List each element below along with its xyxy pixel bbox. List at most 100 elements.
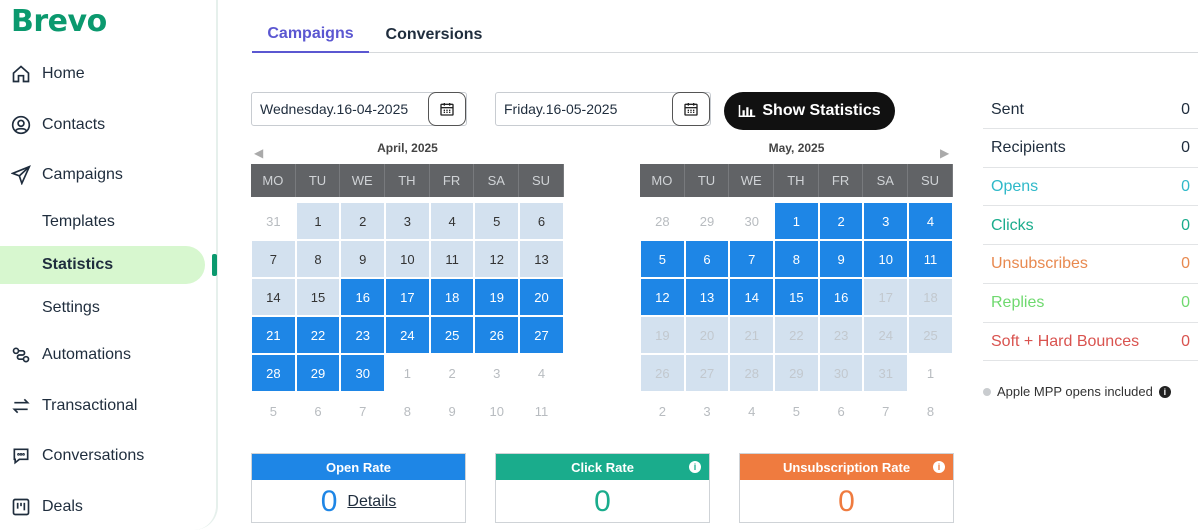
calendar-day[interactable]: 29 <box>774 354 819 392</box>
calendar-day[interactable]: 17 <box>385 278 430 316</box>
calendar-day[interactable]: 3 <box>863 202 909 240</box>
date-to-input[interactable] <box>496 101 666 117</box>
calendar-day[interactable]: 1 <box>774 202 819 240</box>
calendar-day[interactable]: 8 <box>774 240 819 278</box>
calendar-day[interactable]: 29 <box>684 202 730 240</box>
calendar-day[interactable]: 4 <box>519 354 564 392</box>
calendar-day[interactable]: 2 <box>340 202 386 240</box>
calendar-day[interactable]: 6 <box>519 202 564 240</box>
calendar-day[interactable]: 14 <box>251 278 296 316</box>
calendar-day[interactable]: 4 <box>429 202 475 240</box>
calendar-day[interactable]: 5 <box>251 392 296 430</box>
calendar-day[interactable]: 12 <box>474 240 520 278</box>
info-icon[interactable]: i <box>1158 385 1171 398</box>
calendar-day[interactable]: 4 <box>729 392 775 430</box>
calendar-day[interactable]: 24 <box>385 316 430 354</box>
calendar-day[interactable]: 18 <box>429 278 475 316</box>
calendar-day[interactable]: 19 <box>640 316 685 354</box>
calendar-day[interactable]: 8 <box>908 392 953 430</box>
calendar-day[interactable]: 13 <box>684 278 730 316</box>
calendar-day[interactable]: 22 <box>774 316 819 354</box>
calendar-day[interactable]: 5 <box>774 392 819 430</box>
calendar-day[interactable]: 26 <box>474 316 520 354</box>
calendar-day[interactable]: 11 <box>429 240 475 278</box>
calendar-day[interactable]: 3 <box>385 202 430 240</box>
calendar-day[interactable]: 5 <box>474 202 520 240</box>
calendar-day[interactable]: 23 <box>340 316 386 354</box>
tab-conversions[interactable]: Conversions <box>369 16 499 53</box>
calendar-day[interactable]: 1 <box>385 354 430 392</box>
calendar-day[interactable]: 3 <box>474 354 520 392</box>
calendar-day[interactable]: 15 <box>774 278 819 316</box>
sidebar-item-deals[interactable]: Deals <box>0 488 205 526</box>
calendar-day[interactable]: 3 <box>684 392 730 430</box>
calendar-day[interactable]: 9 <box>429 392 475 430</box>
calendar-day[interactable]: 30 <box>729 202 775 240</box>
calendar-day[interactable]: 1 <box>908 354 953 392</box>
calendar-day[interactable]: 2 <box>640 392 685 430</box>
calendar-day[interactable]: 8 <box>385 392 430 430</box>
calendar-day[interactable]: 10 <box>385 240 430 278</box>
calendar-day[interactable]: 7 <box>251 240 296 278</box>
show-statistics-button[interactable]: Show Statistics <box>724 92 895 130</box>
calendar-day[interactable]: 6 <box>684 240 730 278</box>
tab-campaigns[interactable]: Campaigns <box>252 16 369 53</box>
sidebar-item-conversations[interactable]: Conversations <box>0 437 205 475</box>
calendar-day[interactable]: 11 <box>519 392 564 430</box>
calendar-day[interactable]: 9 <box>818 240 864 278</box>
calendar-day[interactable]: 31 <box>863 354 909 392</box>
calendar-day[interactable]: 8 <box>295 240 341 278</box>
calendar-day[interactable]: 26 <box>640 354 685 392</box>
calendar-day[interactable]: 30 <box>818 354 864 392</box>
calendar-day[interactable]: 2 <box>429 354 475 392</box>
calendar-day[interactable]: 27 <box>684 354 730 392</box>
calendar-day[interactable]: 27 <box>519 316 564 354</box>
calendar-day[interactable]: 24 <box>863 316 909 354</box>
calendar-day[interactable]: 10 <box>863 240 909 278</box>
calendar-day[interactable]: 1 <box>295 202 341 240</box>
date-to-calendar-button[interactable] <box>672 92 710 126</box>
info-icon[interactable]: i <box>933 461 945 473</box>
calendar-day[interactable]: 22 <box>295 316 341 354</box>
calendar-day[interactable]: 20 <box>519 278 564 316</box>
sidebar-item-statistics[interactable]: Statistics <box>0 246 205 284</box>
calendar-day[interactable]: 25 <box>908 316 953 354</box>
calendar-day[interactable]: 21 <box>251 316 296 354</box>
calendar-day[interactable]: 16 <box>340 278 386 316</box>
calendar-day[interactable]: 5 <box>640 240 685 278</box>
sidebar-item-automations[interactable]: Automations <box>0 336 205 374</box>
calendar-day[interactable]: 20 <box>684 316 730 354</box>
next-month-arrow[interactable]: ▶ <box>940 146 949 160</box>
calendar-day[interactable]: 25 <box>429 316 475 354</box>
calendar-day[interactable]: 4 <box>908 202 953 240</box>
calendar-day[interactable]: 28 <box>729 354 775 392</box>
info-icon[interactable]: i <box>689 461 701 473</box>
sidebar-item-contacts[interactable]: Contacts <box>0 106 205 144</box>
date-from-calendar-button[interactable] <box>428 92 466 126</box>
calendar-day[interactable]: 6 <box>818 392 864 430</box>
calendar-day[interactable]: 7 <box>863 392 909 430</box>
sidebar-item-campaigns[interactable]: Campaigns <box>0 156 205 194</box>
calendar-day[interactable]: 19 <box>474 278 520 316</box>
calendar-day[interactable]: 28 <box>640 202 685 240</box>
calendar-day[interactable]: 28 <box>251 354 296 392</box>
calendar-day[interactable]: 11 <box>908 240 953 278</box>
calendar-day[interactable]: 18 <box>908 278 953 316</box>
calendar-day[interactable]: 30 <box>340 354 386 392</box>
sidebar-item-settings[interactable]: Settings <box>0 289 205 327</box>
sidebar-item-transactional[interactable]: Transactional <box>0 387 205 425</box>
calendar-day[interactable]: 12 <box>640 278 685 316</box>
calendar-day[interactable]: 2 <box>818 202 864 240</box>
calendar-day[interactable]: 9 <box>340 240 386 278</box>
sidebar-item-home[interactable]: Home <box>0 55 205 93</box>
brevo-logo[interactable]: Brevo <box>11 4 107 39</box>
details-link[interactable]: Details <box>347 493 396 511</box>
calendar-day[interactable]: 7 <box>729 240 775 278</box>
calendar-day[interactable]: 16 <box>818 278 864 316</box>
calendar-day[interactable]: 29 <box>295 354 341 392</box>
calendar-day[interactable]: 17 <box>863 278 909 316</box>
calendar-day[interactable]: 23 <box>818 316 864 354</box>
calendar-day[interactable]: 15 <box>295 278 341 316</box>
sidebar-item-templates[interactable]: Templates <box>0 203 205 241</box>
calendar-day[interactable]: 6 <box>295 392 341 430</box>
